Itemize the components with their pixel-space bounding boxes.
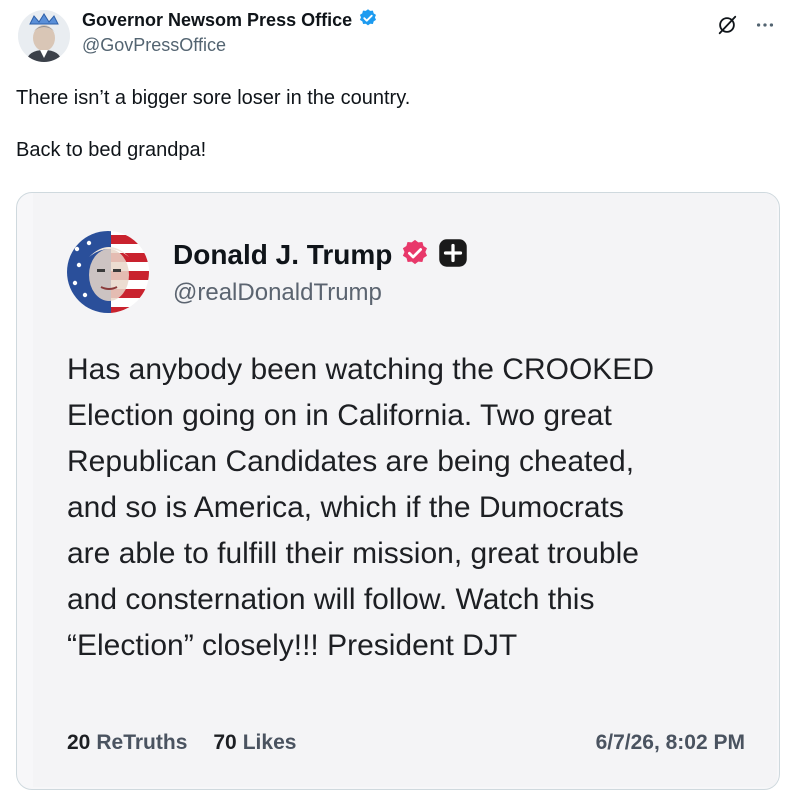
author-info: Governor Newsom Press Office @GovPressOf… (82, 8, 378, 56)
likes-count: 70 (213, 731, 237, 754)
likes-label: Likes (242, 731, 297, 754)
post-text: There isn’t a bigger sore loser in the c… (16, 85, 410, 189)
quoted-post-timestamp[interactable]: 6/7/26, 8:02 PM (596, 731, 745, 755)
quoted-post-stats: 20 ReTruths 70 Likes (67, 731, 296, 755)
verified-badge-icon (358, 8, 378, 33)
author-handle[interactable]: @GovPressOffice (82, 35, 378, 56)
post-text-line: Back to bed grandpa! (16, 139, 207, 161)
quoted-body-line: and consternation will follow. Watch thi… (67, 583, 595, 616)
verified-badge-icon (400, 238, 430, 273)
retruths-count: 20 (67, 731, 91, 754)
quoted-author-name-row: Donald J. Trump (173, 237, 468, 273)
quoted-body-line: Election going on in California. Two gre… (67, 399, 612, 432)
retruths-label: ReTruths (96, 731, 188, 754)
grok-icon[interactable] (714, 12, 740, 38)
author-avatar-image (18, 10, 70, 62)
quoted-author-name[interactable]: Donald J. Trump (173, 239, 392, 271)
likes-stat[interactable]: 70 Likes (213, 731, 296, 755)
quoted-body-line: and so is America, which if the Dumocrat… (67, 491, 624, 524)
header-actions (714, 12, 778, 38)
quoted-body-line: “Election” closely!!! President DJT (67, 629, 518, 662)
author-name[interactable]: Governor Newsom Press Office (82, 10, 352, 31)
quoted-body-line: Has anybody been watching the CROOKED (67, 353, 654, 386)
post-header: Governor Newsom Press Office @GovPressOf… (16, 6, 784, 62)
quoted-body-line: Republican Candidates are being cheated, (67, 445, 635, 478)
quoted-post-card[interactable]: Donald J. Trump @realDonaldTrump Has any… (16, 192, 780, 790)
quoted-post-body: Has anybody been watching the CROOKED El… (67, 347, 767, 669)
more-options-icon[interactable] (752, 12, 778, 38)
retruths-stat[interactable]: 20 ReTruths (67, 731, 187, 755)
quoted-body-line: are able to fulfill their mission, great… (67, 537, 639, 570)
post-text-line: There isn’t a bigger sore loser in the c… (16, 87, 411, 109)
quoted-author-avatar-image (67, 231, 149, 313)
quoted-author-handle[interactable]: @realDonaldTrump (173, 279, 468, 307)
author-name-row: Governor Newsom Press Office (82, 8, 378, 32)
plus-icon (438, 238, 468, 273)
author-avatar[interactable] (18, 10, 70, 62)
quoted-author-avatar[interactable] (67, 231, 149, 313)
quoted-author-info: Donald J. Trump @realDonaldTrump (173, 237, 468, 307)
post: Governor Newsom Press Office @GovPressOf… (0, 0, 800, 805)
quoted-post-content: Donald J. Trump @realDonaldTrump Has any… (33, 193, 777, 787)
